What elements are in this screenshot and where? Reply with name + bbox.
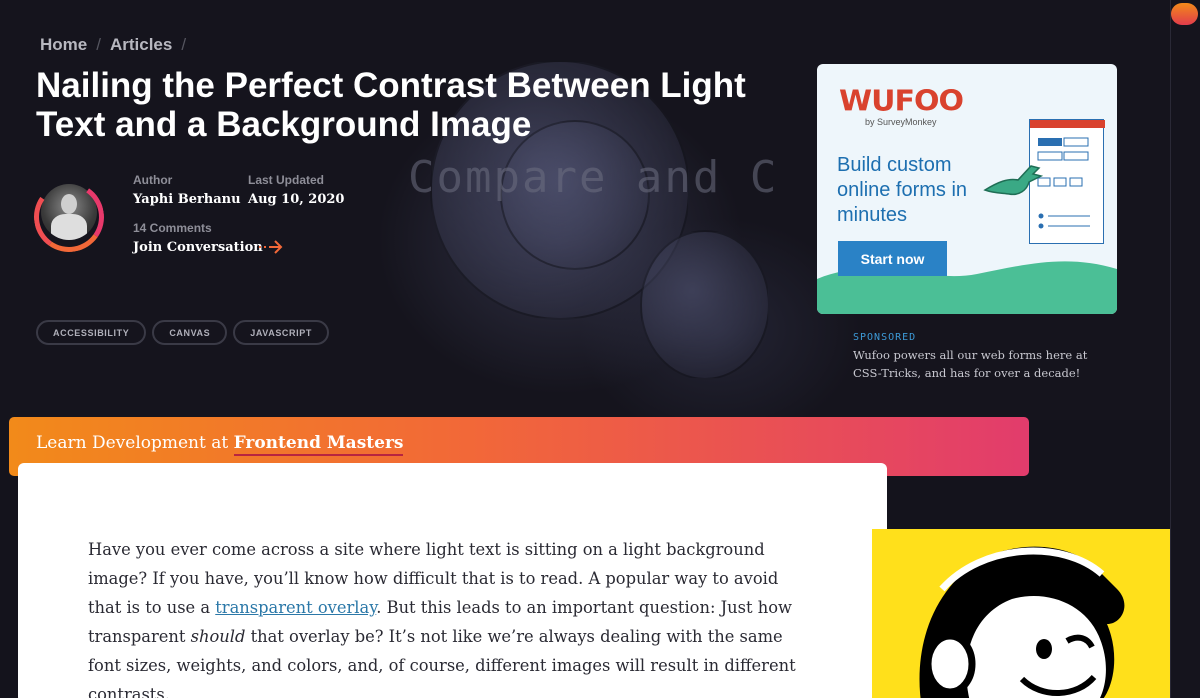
- tag-list: ACCESSIBILITY CANVAS JAVASCRIPT: [36, 320, 329, 345]
- banner-prefix: Learn Development at: [36, 433, 234, 453]
- tag-accessibility[interactable]: ACCESSIBILITY: [36, 320, 147, 345]
- updated-date: Aug 10, 2020: [248, 192, 345, 207]
- sponsored-label: SPONSORED: [853, 332, 917, 343]
- breadcrumb: Home / Articles /: [40, 35, 195, 55]
- join-conversation-link[interactable]: Join Conversation: [133, 240, 263, 255]
- arrow-right-icon[interactable]: [259, 240, 285, 259]
- wufoo-logo-subtitle: by SurveyMonkey: [865, 117, 937, 127]
- breadcrumb-separator: /: [96, 35, 101, 54]
- updated-label: Last Updated: [248, 173, 325, 187]
- avatar-ring: [28, 176, 110, 258]
- emphasis-text: should: [190, 627, 246, 646]
- page-title: Nailing the Perfect Contrast Between Lig…: [36, 66, 746, 144]
- transparent-overlay-link[interactable]: transparent overlay: [215, 598, 376, 617]
- ad-headline: Build custom online forms in minutes: [837, 154, 968, 226]
- author-name[interactable]: Yaphi Berhanu: [133, 192, 241, 207]
- mailchimp-monkey-icon: [919, 546, 1125, 698]
- comments-count: 14 Comments: [133, 221, 212, 235]
- frontend-masters-link[interactable]: Frontend Masters: [233, 433, 404, 456]
- mailchimp-ad[interactable]: [872, 529, 1170, 698]
- tag-canvas[interactable]: CANVAS: [152, 320, 228, 345]
- hero-overlay-text: Compare and C: [408, 152, 779, 203]
- start-now-button[interactable]: Start now: [838, 241, 947, 276]
- wufoo-ad[interactable]: WUFOO by SurveyMonkey Build custom onlin…: [817, 64, 1117, 314]
- breadcrumb-articles[interactable]: Articles: [110, 35, 172, 55]
- intro-paragraph: Have you ever come across a site where l…: [88, 535, 808, 698]
- scrollbar-track[interactable]: [1170, 0, 1200, 698]
- rose-petal: [640, 230, 770, 380]
- dinosaur-mascot-icon: [983, 165, 1043, 196]
- tag-javascript[interactable]: JAVASCRIPT: [233, 320, 329, 345]
- scrollbar-thumb[interactable]: [1171, 3, 1198, 25]
- author-avatar[interactable]: [28, 176, 110, 258]
- banner-text: Learn Development at Frontend Masters: [36, 433, 404, 456]
- breadcrumb-home[interactable]: Home: [40, 35, 87, 55]
- breadcrumb-separator: /: [181, 35, 187, 54]
- article-body: Have you ever come across a site where l…: [18, 463, 887, 698]
- sponsor-text: Wufoo powers all our web forms here at C…: [853, 348, 1088, 380]
- author-label: Author: [133, 173, 173, 187]
- wufoo-logo: WUFOO: [839, 84, 964, 119]
